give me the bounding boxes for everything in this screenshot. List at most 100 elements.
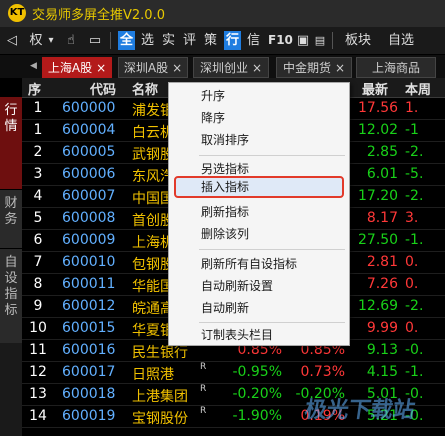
realtime-button[interactable]: 实 (160, 31, 177, 50)
column-header-weekly[interactable]: 本周 (405, 79, 431, 98)
menu-item-auto-refresh[interactable]: 自动刷新 (201, 298, 249, 318)
stock-code: 600016 (62, 342, 116, 358)
tab-close-icon[interactable]: × (252, 61, 262, 75)
menu-item-ascending[interactable]: 升序 (201, 86, 225, 106)
tab-close-icon[interactable]: × (96, 61, 106, 75)
tab-shenzhen-a[interactable]: 深圳A股 × (118, 57, 188, 78)
favorites-button[interactable]: 自选 (384, 31, 418, 50)
watermark-text: 极光下载站 (302, 398, 417, 423)
margin-flag: R (200, 406, 207, 416)
weekly-change: -1 (405, 122, 419, 138)
rights-dropdown-icon[interactable]: ▾ (46, 31, 56, 50)
weekly-change: -2. (405, 144, 424, 160)
stock-code: 600008 (62, 210, 116, 226)
toolbar: ◁ 权 ▾ ☝ ▭ 全 选 实 评 策 行 信 F10 ▣ ▤ 板块 自选 (0, 27, 445, 54)
tab-label: 中金期货 (282, 61, 331, 75)
row-index: 12 (29, 364, 47, 380)
tab-shenzhen-gem[interactable]: 深圳创业 × (193, 57, 269, 78)
menu-item-choose-indicator[interactable]: 另选指标 (201, 159, 249, 179)
calculator-icon[interactable]: ▭ (86, 31, 104, 50)
weekly-change: -2. (405, 188, 424, 204)
side-tab-market[interactable]: 行情 (0, 97, 22, 189)
menu-separator (199, 249, 345, 250)
latest-price: 2.81 (366, 254, 398, 270)
stock-name: 上港集团 (132, 389, 188, 405)
strategy-button[interactable]: 策 (202, 31, 219, 50)
stock-code: 600010 (62, 254, 116, 270)
latest-price: 4.15 (366, 364, 398, 380)
row-index: 10 (29, 320, 47, 336)
stock-code: 600007 (62, 188, 116, 204)
latest-price: 27.50 (358, 232, 399, 248)
context-menu: 升序 降序 取消排序 另选指标 插入指标 刷新指标 删除该列 刷新所有自设指标 … (168, 82, 350, 346)
row-index: 6 (33, 232, 43, 248)
stock-code: 600015 (62, 320, 116, 336)
menu-separator (199, 322, 345, 323)
menu-item-refresh-indicator[interactable]: 刷新指标 (201, 202, 249, 222)
tab-close-icon[interactable]: × (335, 61, 345, 75)
change-percent: -0.20% (232, 386, 282, 402)
menu-item-auto-refresh-settings[interactable]: 自动刷新设置 (201, 276, 273, 296)
toolbar-divider (332, 32, 333, 49)
margin-flag: R (200, 384, 207, 394)
latest-price: 2.85 (366, 144, 398, 160)
tab-shanghai-a[interactable]: 上海A股 × (42, 57, 112, 78)
tab-label: 深圳创业 (199, 61, 248, 75)
review-button[interactable]: 评 (181, 31, 198, 50)
title-bar: KT 交易师多屏全推V2.0.0 (0, 0, 445, 27)
select-button[interactable]: 选 (139, 31, 156, 50)
column-header-code[interactable]: 代码 (90, 79, 116, 98)
tab-close-icon[interactable]: × (172, 61, 182, 75)
stock-code: 600017 (62, 364, 116, 380)
menu-item-descending[interactable]: 降序 (201, 108, 225, 128)
row-index: 4 (33, 188, 43, 204)
latest-price: 17.20 (358, 188, 399, 204)
column-header-latest[interactable]: 最新 (362, 79, 388, 98)
rights-button[interactable]: 权 (28, 31, 44, 50)
side-tab-filler (0, 343, 22, 436)
back-arrow-icon[interactable]: ◁ (4, 31, 20, 50)
row-index: 1 (33, 100, 43, 116)
row-index: 1 (33, 122, 43, 138)
f10-button[interactable]: F10 (268, 31, 293, 50)
menu-item-refresh-all-custom[interactable]: 刷新所有自设指标 (201, 254, 297, 274)
info-button[interactable]: 信 (245, 31, 262, 50)
column-header-index[interactable]: 序 (28, 79, 41, 98)
tab-shanghai-commodity[interactable]: 上海商品 (356, 57, 436, 78)
stock-code: 600018 (62, 386, 116, 402)
weekly-change: -1. (405, 364, 424, 380)
margin-flag: R (200, 362, 207, 372)
stock-code: 600006 (62, 166, 116, 182)
row-index: 9 (33, 298, 43, 314)
window-icon[interactable]: ▣ (296, 31, 310, 50)
expand-icon[interactable]: ▤ (314, 31, 326, 50)
column-header-name[interactable]: 名称 (132, 79, 158, 98)
side-tab-custom-indicator[interactable]: 自设指标 (0, 249, 22, 343)
row-index: 11 (29, 342, 47, 358)
tab-cffex[interactable]: 中金期货 × (276, 57, 352, 78)
tab-label: 上海A股 (47, 61, 93, 75)
weekly-change: 1. (405, 100, 419, 116)
latest-price: 6.01 (366, 166, 398, 182)
change-percent: -1.90% (232, 408, 282, 424)
row-index: 14 (29, 408, 47, 424)
tab-prev-icon[interactable]: ◀ (30, 61, 37, 71)
market-button[interactable]: 行 (224, 31, 241, 50)
row-index: 8 (33, 276, 43, 292)
side-tab-finance[interactable]: 财务 (0, 190, 22, 248)
stock-code: 600000 (62, 100, 116, 116)
table-row[interactable]: 12 600017 日照港 R -0.95% 0.73% 4.15 -1. (22, 362, 445, 384)
menu-item-insert-indicator[interactable]: 插入指标 (201, 177, 249, 197)
menu-item-customize-header[interactable]: 订制表头栏目 (201, 325, 273, 345)
menu-item-cancel-sort[interactable]: 取消排序 (201, 130, 249, 150)
sector-button[interactable]: 板块 (342, 31, 374, 50)
menu-item-delete-column[interactable]: 删除该列 (201, 224, 249, 244)
app-logo-icon: KT (8, 4, 26, 22)
all-button[interactable]: 全 (118, 31, 135, 50)
row-index: 5 (33, 210, 43, 226)
row-index: 7 (33, 254, 43, 270)
stock-code: 600009 (62, 232, 116, 248)
weekly-change: -5. (405, 166, 424, 182)
latest-price: 7.26 (366, 276, 398, 292)
cursor-icon[interactable]: ☝ (62, 31, 80, 50)
